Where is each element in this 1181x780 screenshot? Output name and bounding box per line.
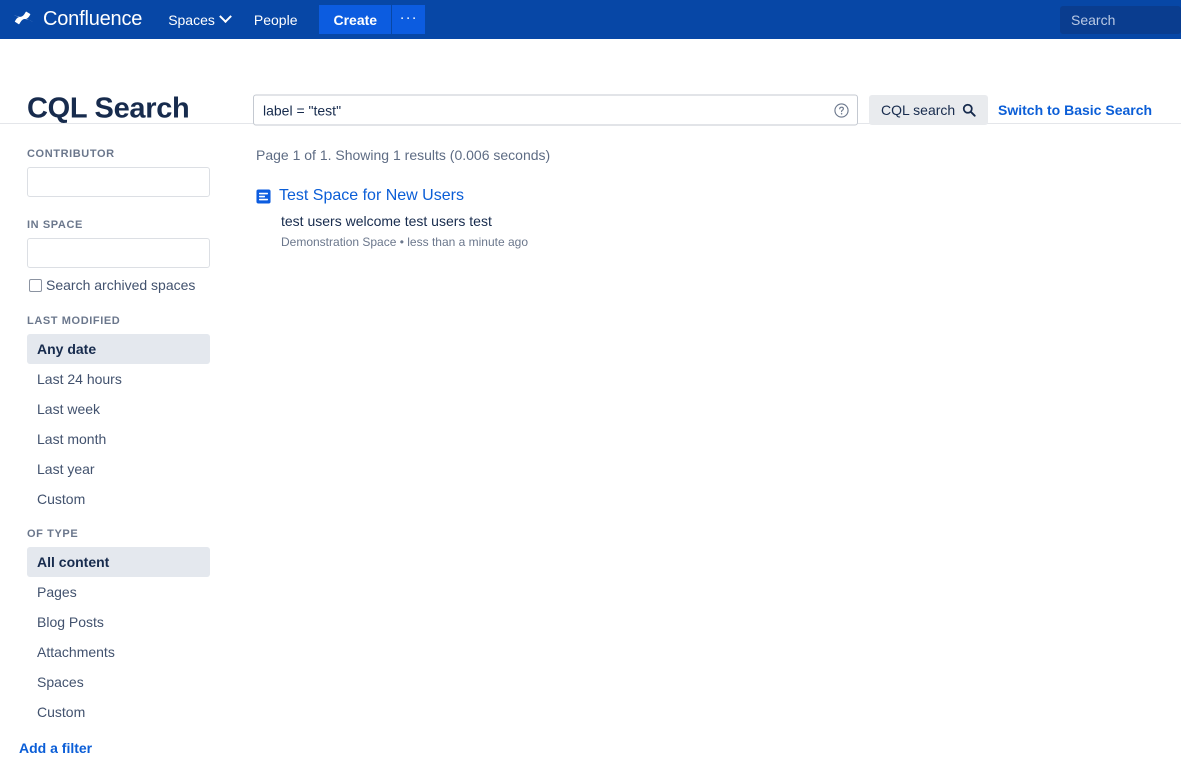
nav-item-people-label: People (253, 11, 298, 28)
search-result-title-link[interactable]: Test Space for New Users (279, 187, 464, 205)
of-type-option-spaces[interactable]: Spaces (27, 667, 210, 697)
of-type-option-attachments[interactable]: Attachments (27, 637, 210, 667)
help-circle-icon[interactable] (834, 102, 849, 118)
brand-title: Confluence (43, 8, 143, 30)
of-type-option-pages[interactable]: Pages (27, 577, 210, 607)
in-space-label: IN SPACE (27, 219, 83, 231)
in-space-filter: IN SPACE Search archived spaces (27, 219, 250, 293)
chevron-down-icon (219, 10, 232, 24)
last-modified-label: LAST MODIFIED (27, 315, 121, 327)
search-archived-spaces-checkbox[interactable] (29, 278, 42, 292)
contributor-label: CONTRIBUTOR (27, 148, 115, 160)
nav-item-spaces-label: Spaces (168, 11, 215, 28)
page-title: CQL Search (27, 92, 190, 125)
nav-item-spaces[interactable]: Spaces (156, 0, 242, 39)
confluence-logo-icon (14, 11, 34, 24)
add-a-filter-link[interactable]: Add a filter (19, 740, 92, 756)
magnifier-icon (963, 103, 976, 117)
page-body: CONTRIBUTOR IN SPACE Search archived spa… (0, 124, 1181, 779)
last-modified-option-list: Any date Last 24 hours Last week Last mo… (27, 334, 250, 514)
last-modified-option-custom[interactable]: Custom (27, 484, 210, 514)
cql-query-input[interactable] (253, 94, 858, 126)
global-search-input[interactable] (1060, 6, 1181, 34)
last-modified-option-last-year[interactable]: Last year (27, 454, 210, 484)
last-modified-option-any-date[interactable]: Any date (27, 334, 210, 364)
confluence-home-link[interactable]: Confluence (0, 0, 156, 39)
search-result-item: Test Space for New Users test users welc… (256, 187, 1181, 249)
in-space-input[interactable] (27, 238, 210, 268)
last-modified-filter: LAST MODIFIED Any date Last 24 hours Las… (27, 315, 250, 514)
top-navigation-bar: Confluence Spaces People Create ··· (0, 0, 1181, 39)
create-more-button[interactable]: ··· (391, 5, 426, 34)
results-summary: Page 1 of 1. Showing 1 results (0.006 se… (256, 147, 551, 163)
cql-query-field-wrapper (253, 94, 858, 126)
nav-item-people[interactable]: People (242, 0, 310, 39)
search-archived-spaces-label: Search archived spaces (46, 277, 196, 293)
page-header: CQL Search CQL search Switch to Basic Se… (0, 39, 1181, 126)
search-results-panel: Page 1 of 1. Showing 1 results (0.006 se… (250, 124, 1181, 779)
cql-search-button-label: CQL search (881, 102, 956, 118)
of-type-option-list: All content Pages Blog Posts Attachments… (27, 547, 250, 727)
cql-search-button[interactable]: CQL search (869, 95, 989, 125)
page-icon (256, 188, 271, 204)
search-result-excerpt: test users welcome test users test (281, 213, 492, 229)
switch-to-basic-search-link[interactable]: Switch to Basic Search (998, 102, 1152, 118)
of-type-option-custom[interactable]: Custom (27, 697, 210, 727)
search-archived-spaces-row[interactable]: Search archived spaces (29, 277, 250, 293)
of-type-option-blog-posts[interactable]: Blog Posts (27, 607, 210, 637)
last-modified-option-last-month[interactable]: Last month (27, 424, 210, 454)
contributor-filter: CONTRIBUTOR (27, 148, 250, 197)
filters-sidebar: CONTRIBUTOR IN SPACE Search archived spa… (0, 124, 250, 779)
of-type-label: OF TYPE (27, 528, 79, 540)
create-button[interactable]: Create (319, 5, 392, 34)
of-type-filter: OF TYPE All content Pages Blog Posts Att… (27, 528, 250, 727)
last-modified-option-last-week[interactable]: Last week (27, 394, 210, 424)
search-result-meta: Demonstration Space • less than a minute… (281, 235, 529, 249)
of-type-option-all-content[interactable]: All content (27, 547, 210, 577)
last-modified-option-last-24-hours[interactable]: Last 24 hours (27, 364, 210, 394)
search-result-title-row: Test Space for New Users (256, 187, 1181, 205)
contributor-input[interactable] (27, 167, 210, 197)
create-button-group: Create ··· (319, 5, 426, 34)
